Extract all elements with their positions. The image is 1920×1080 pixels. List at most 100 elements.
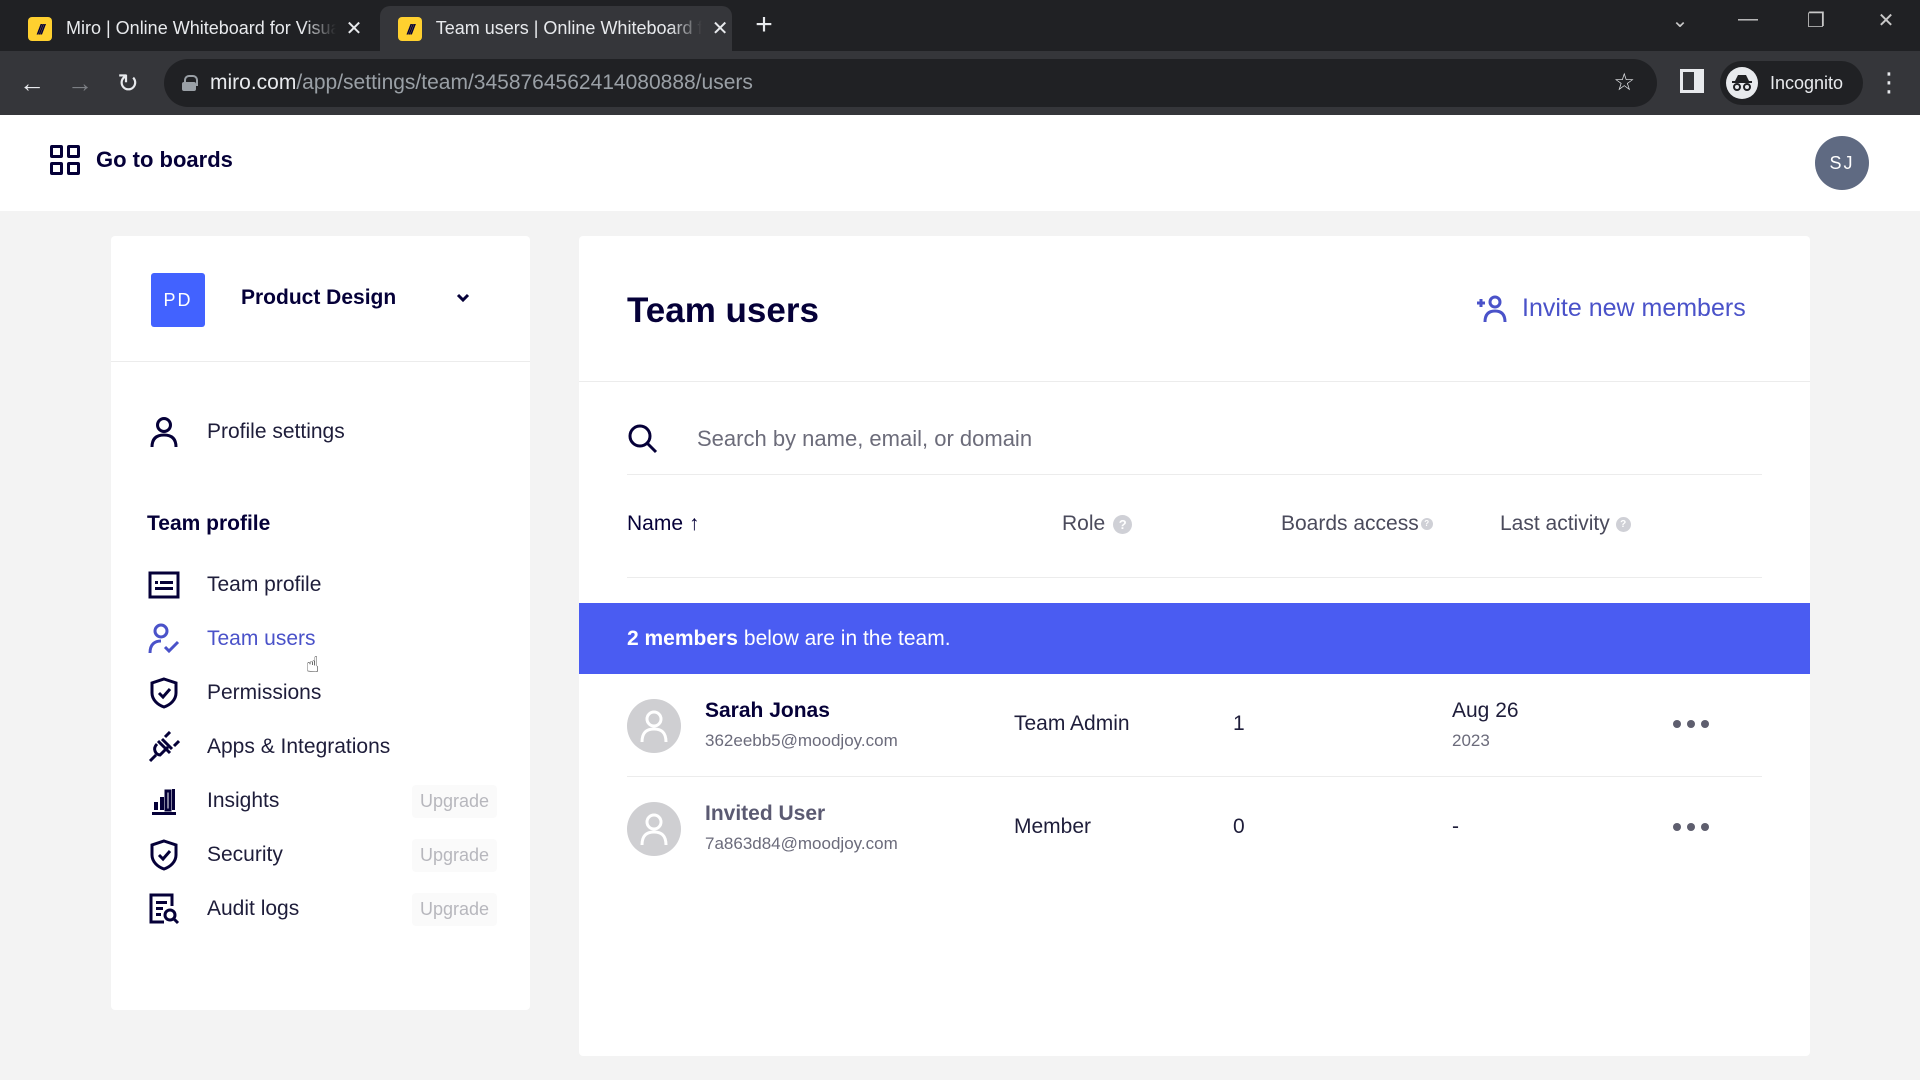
close-window-icon[interactable]: ✕ — [1866, 8, 1906, 33]
tab-search-icon[interactable]: ⌄ — [1660, 8, 1700, 33]
sidebar-item-label: Team users — [207, 627, 316, 650]
address-bar[interactable]: miro.com/app/settings/team/3458764562414… — [164, 59, 1657, 107]
sidebar-item-profile-settings[interactable]: Profile settings — [147, 410, 497, 454]
sort-ascending-icon: ↑ — [689, 512, 700, 535]
members-count-banner: 2 members below are in the team. — [579, 603, 1810, 674]
url-host: miro.com — [210, 71, 297, 94]
team-badge: PD — [151, 273, 205, 327]
member-last-activity-year: 2023 — [1452, 731, 1490, 750]
minimize-icon[interactable]: — — [1728, 8, 1768, 31]
invite-new-members-button[interactable]: Invite new members — [1476, 294, 1746, 323]
avatar — [627, 699, 681, 753]
member-role[interactable]: Team Admin — [1014, 712, 1130, 736]
member-role[interactable]: Member — [1014, 815, 1091, 839]
url-path: /app/settings/team/3458764562414080888/u… — [296, 71, 753, 94]
new-tab-button[interactable]: + — [748, 10, 780, 42]
incognito-icon — [1726, 67, 1758, 99]
sidebar-item-security[interactable]: Security Upgrade — [147, 833, 497, 877]
document-search-icon — [147, 892, 181, 926]
browser-menu-icon[interactable]: ⋮ — [1876, 65, 1902, 99]
help-icon[interactable]: ? — [1113, 514, 1133, 534]
member-boards-count: 0 — [1233, 815, 1245, 838]
browser-tab-active[interactable]: /// Team users | Online Whiteboard for V… — [380, 6, 732, 51]
page-title: Team users — [627, 291, 819, 330]
sidebar-item-apps-integrations[interactable]: Apps & Integrations — [147, 725, 497, 769]
avatar — [627, 802, 681, 856]
sidebar-item-label: Profile settings — [207, 420, 345, 443]
upgrade-badge[interactable]: Upgrade — [411, 893, 497, 926]
bookmark-star-icon[interactable]: ☆ — [1613, 68, 1635, 97]
divider — [579, 381, 1810, 382]
user-placeholder-icon — [640, 813, 668, 846]
member-email: 362eebb5@moodjoy.com — [705, 731, 898, 750]
shield-check-icon — [147, 838, 181, 872]
member-name: Sarah Jonas — [705, 699, 830, 722]
profile-label: Incognito — [1770, 72, 1844, 93]
user-placeholder-icon — [640, 710, 668, 743]
more-options-icon[interactable] — [1673, 814, 1709, 840]
go-to-boards-label: Go to boards — [96, 147, 233, 172]
app-header: Go to boards SJ — [0, 115, 1920, 211]
banner-text: below are in the team. — [743, 626, 951, 650]
miro-logo-icon: /// — [398, 16, 422, 41]
invite-label: Invite new members — [1522, 294, 1746, 322]
more-options-icon[interactable] — [1673, 711, 1709, 737]
member-last-activity-date: Aug 26 — [1452, 699, 1519, 722]
column-header-name[interactable]: Name ↑ — [627, 512, 700, 536]
upgrade-badge[interactable]: Upgrade — [411, 839, 497, 872]
hand-cursor-icon: ☝ — [306, 652, 320, 677]
members-count: 2 members — [627, 626, 738, 650]
user-check-icon — [147, 622, 181, 656]
tab-title: Team users | Online Whiteboard for Visua… — [435, 18, 703, 38]
sidebar-item-permissions[interactable]: Permissions — [147, 671, 497, 715]
sidebar-item-team-profile[interactable]: Team profile — [147, 563, 497, 607]
team-switcher[interactable]: PD Product Design — [111, 236, 530, 362]
bar-chart-icon — [147, 784, 181, 818]
column-header-boards-access: Boards access ? — [1281, 512, 1433, 536]
browser-tab[interactable]: /// Miro | Online Whiteboard for Visual … — [10, 6, 370, 51]
sidebar-item-label: Permissions — [207, 681, 322, 704]
member-email: 7a863d84@moodjoy.com — [705, 834, 898, 853]
go-to-boards-button[interactable]: Go to boards — [50, 145, 233, 175]
tab-title: Miro | Online Whiteboard for Visual Coll… — [66, 18, 336, 38]
search-bar — [627, 403, 1762, 475]
member-name: Invited User — [705, 802, 826, 825]
column-header-role: Role ? — [1062, 512, 1133, 536]
sidebar-section-title: Team profile — [147, 512, 271, 535]
sidebar-item-team-users[interactable]: Team users — [147, 617, 497, 661]
settings-sidebar: PD Product Design Profile settings Team … — [111, 236, 530, 1010]
search-input[interactable] — [697, 425, 1597, 452]
sidebar-item-label: Security — [207, 843, 283, 866]
sidebar-item-label: Insights — [207, 789, 280, 812]
browser-toolbar: ← → ↻ miro.com/app/settings/team/3458764… — [0, 51, 1920, 115]
forward-icon[interactable]: → — [62, 65, 98, 101]
shield-check-icon — [147, 676, 181, 710]
incognito-profile-button[interactable]: Incognito — [1720, 61, 1864, 105]
sidebar-item-label: Apps & Integrations — [207, 735, 391, 758]
user-avatar[interactable]: SJ — [1815, 136, 1869, 190]
team-users-panel: Team users Invite new members Name ↑ Rol… — [579, 236, 1810, 1056]
sidebar-item-audit-logs[interactable]: Audit logs Upgrade — [147, 887, 497, 931]
column-label: Name — [627, 512, 684, 535]
sidebar-item-insights[interactable]: Insights Upgrade — [147, 779, 497, 823]
reload-icon[interactable]: ↻ — [110, 65, 146, 101]
id-card-icon — [147, 568, 181, 602]
restore-icon[interactable]: ❐ — [1796, 8, 1836, 33]
lock-icon — [182, 75, 198, 91]
side-panel-icon[interactable] — [1680, 69, 1704, 93]
sidebar-item-label: Team profile — [207, 573, 322, 596]
column-label: Last activity — [1500, 512, 1610, 535]
help-icon[interactable]: ? — [1615, 516, 1631, 532]
column-label: Role — [1062, 512, 1106, 535]
grid-icon — [50, 145, 80, 175]
chevron-down-icon[interactable] — [456, 286, 470, 310]
close-tab-icon[interactable]: ✕ — [342, 16, 366, 41]
help-icon[interactable]: ? — [1420, 518, 1433, 530]
close-tab-icon[interactable]: ✕ — [708, 16, 732, 41]
upgrade-badge[interactable]: Upgrade — [411, 785, 497, 818]
member-last-activity: - — [1452, 815, 1459, 838]
back-icon[interactable]: ← — [14, 65, 50, 101]
table-header: Name ↑ Role ? Boards access ? Last activ… — [627, 504, 1762, 578]
sidebar-item-label: Audit logs — [207, 897, 300, 920]
table-row: Invited User 7a863d84@moodjoy.com Member… — [627, 778, 1762, 880]
